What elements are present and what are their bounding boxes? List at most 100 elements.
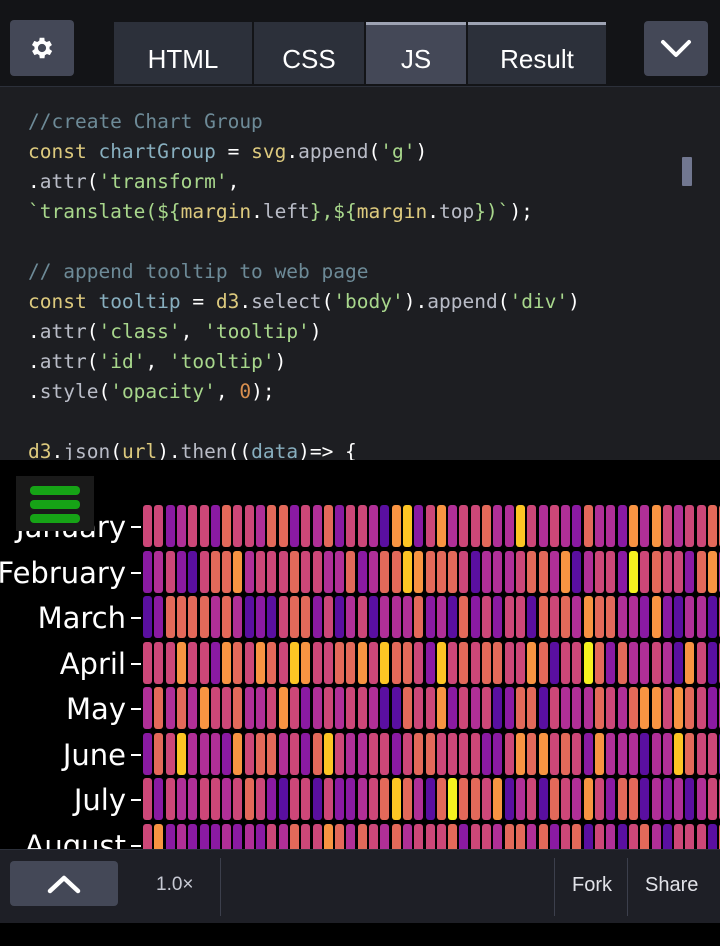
tab-js[interactable]: JS [366, 22, 466, 84]
heatmap-cell[interactable] [448, 596, 458, 638]
heatmap-cell[interactable] [289, 778, 299, 820]
zoom-level[interactable]: 1.0× [156, 874, 194, 896]
heatmap-cell[interactable] [436, 641, 446, 684]
heatmap-cell[interactable] [448, 687, 458, 729]
heatmap-cell[interactable] [696, 550, 706, 593]
heatmap-cell[interactable] [143, 687, 152, 729]
heatmap-cell[interactable] [515, 505, 525, 547]
heatmap-cell[interactable] [482, 596, 491, 638]
heatmap-cell[interactable] [199, 596, 209, 638]
heatmap-cell[interactable] [357, 641, 367, 684]
heatmap-cell[interactable] [176, 596, 186, 638]
heatmap-cell[interactable] [628, 596, 638, 638]
heatmap-cell[interactable] [335, 505, 345, 547]
heatmap-cell[interactable] [391, 550, 401, 593]
heatmap-cell[interactable] [493, 687, 503, 729]
heatmap-cell[interactable] [561, 687, 571, 729]
heatmap-cell[interactable] [210, 641, 220, 684]
heatmap-cell[interactable] [504, 732, 514, 775]
heatmap-cell[interactable] [278, 550, 288, 593]
heatmap-cell[interactable] [188, 687, 198, 729]
heatmap-cell[interactable] [143, 596, 152, 638]
heatmap-cell[interactable] [335, 550, 345, 593]
heatmap-cell[interactable] [199, 732, 209, 775]
heatmap-cell[interactable] [346, 550, 356, 593]
heatmap-cell[interactable] [357, 823, 367, 849]
heatmap-cell[interactable] [470, 550, 480, 593]
heatmap-cell[interactable] [595, 641, 604, 684]
heatmap-cell[interactable] [493, 778, 503, 820]
heatmap-cell[interactable] [504, 505, 514, 547]
heatmap-cell[interactable] [278, 823, 288, 849]
heatmap-cell[interactable] [199, 550, 209, 593]
heatmap-cell[interactable] [549, 823, 559, 849]
collapse-editor-button[interactable] [644, 21, 708, 76]
heatmap-cell[interactable] [549, 732, 559, 775]
heatmap-cell[interactable] [176, 778, 186, 820]
heatmap-cell[interactable] [256, 550, 265, 593]
heatmap-cell[interactable] [640, 505, 650, 547]
heatmap-cell[interactable] [527, 596, 537, 638]
heatmap-cell[interactable] [335, 778, 345, 820]
heatmap-cell[interactable] [278, 596, 288, 638]
heatmap-cell[interactable] [188, 732, 198, 775]
heatmap-cell[interactable] [165, 823, 175, 849]
heatmap-cell[interactable] [402, 823, 412, 849]
heatmap-cell[interactable] [289, 641, 299, 684]
heatmap-cell[interactable] [538, 596, 548, 638]
heatmap-cell[interactable] [210, 505, 220, 547]
heatmap-cell[interactable] [527, 550, 537, 593]
heatmap-cell[interactable] [504, 687, 514, 729]
heatmap-cell[interactable] [662, 778, 672, 820]
heatmap-cell[interactable] [267, 641, 277, 684]
heatmap-cell[interactable] [595, 687, 604, 729]
heatmap-cell[interactable] [470, 687, 480, 729]
heatmap-cell[interactable] [685, 823, 695, 849]
editor-scrollbar-thumb[interactable] [682, 157, 692, 186]
heatmap-cell[interactable] [538, 778, 548, 820]
heatmap-cell[interactable] [357, 596, 367, 638]
heatmap-cell[interactable] [561, 778, 571, 820]
heatmap-cell[interactable] [561, 596, 571, 638]
heatmap-cell[interactable] [425, 778, 435, 820]
heatmap-cell[interactable] [301, 596, 311, 638]
heatmap-cell[interactable] [617, 732, 627, 775]
heatmap-cell[interactable] [504, 778, 514, 820]
heatmap-cell[interactable] [176, 641, 186, 684]
heatmap-cell[interactable] [696, 687, 706, 729]
heatmap-cell[interactable] [662, 687, 672, 729]
heatmap-cell[interactable] [346, 823, 356, 849]
fork-button[interactable]: Fork [572, 874, 612, 897]
heatmap-cell[interactable] [482, 505, 491, 547]
heatmap-cell[interactable] [583, 596, 593, 638]
heatmap-cell[interactable] [538, 550, 548, 593]
heatmap-cell[interactable] [583, 778, 593, 820]
share-button[interactable]: Share [645, 874, 698, 897]
heatmap-cell[interactable] [459, 596, 469, 638]
heatmap-cell[interactable] [188, 505, 198, 547]
heatmap-cell[interactable] [335, 641, 345, 684]
heatmap-cell[interactable] [674, 732, 684, 775]
heatmap-cell[interactable] [685, 550, 695, 593]
heatmap-cell[interactable] [538, 641, 548, 684]
heatmap-cell[interactable] [651, 732, 661, 775]
heatmap-cell[interactable] [188, 550, 198, 593]
heatmap-cell[interactable] [267, 778, 277, 820]
heatmap-cell[interactable] [233, 641, 243, 684]
heatmap-cell[interactable] [448, 550, 458, 593]
heatmap-cell[interactable] [380, 505, 390, 547]
heatmap-cell[interactable] [165, 641, 175, 684]
heatmap-cell[interactable] [628, 505, 638, 547]
heatmap-cell[interactable] [267, 550, 277, 593]
heatmap-cell[interactable] [708, 778, 717, 820]
heatmap-cell[interactable] [346, 505, 356, 547]
heatmap-cell[interactable] [312, 823, 322, 849]
heatmap-cell[interactable] [436, 732, 446, 775]
heatmap-cell[interactable] [685, 505, 695, 547]
heatmap-cell[interactable] [651, 778, 661, 820]
heatmap-cell[interactable] [256, 505, 265, 547]
heatmap-cell[interactable] [402, 641, 412, 684]
heatmap-cell[interactable] [448, 823, 458, 849]
heatmap-cell[interactable] [640, 687, 650, 729]
heatmap-cell[interactable] [708, 687, 717, 729]
